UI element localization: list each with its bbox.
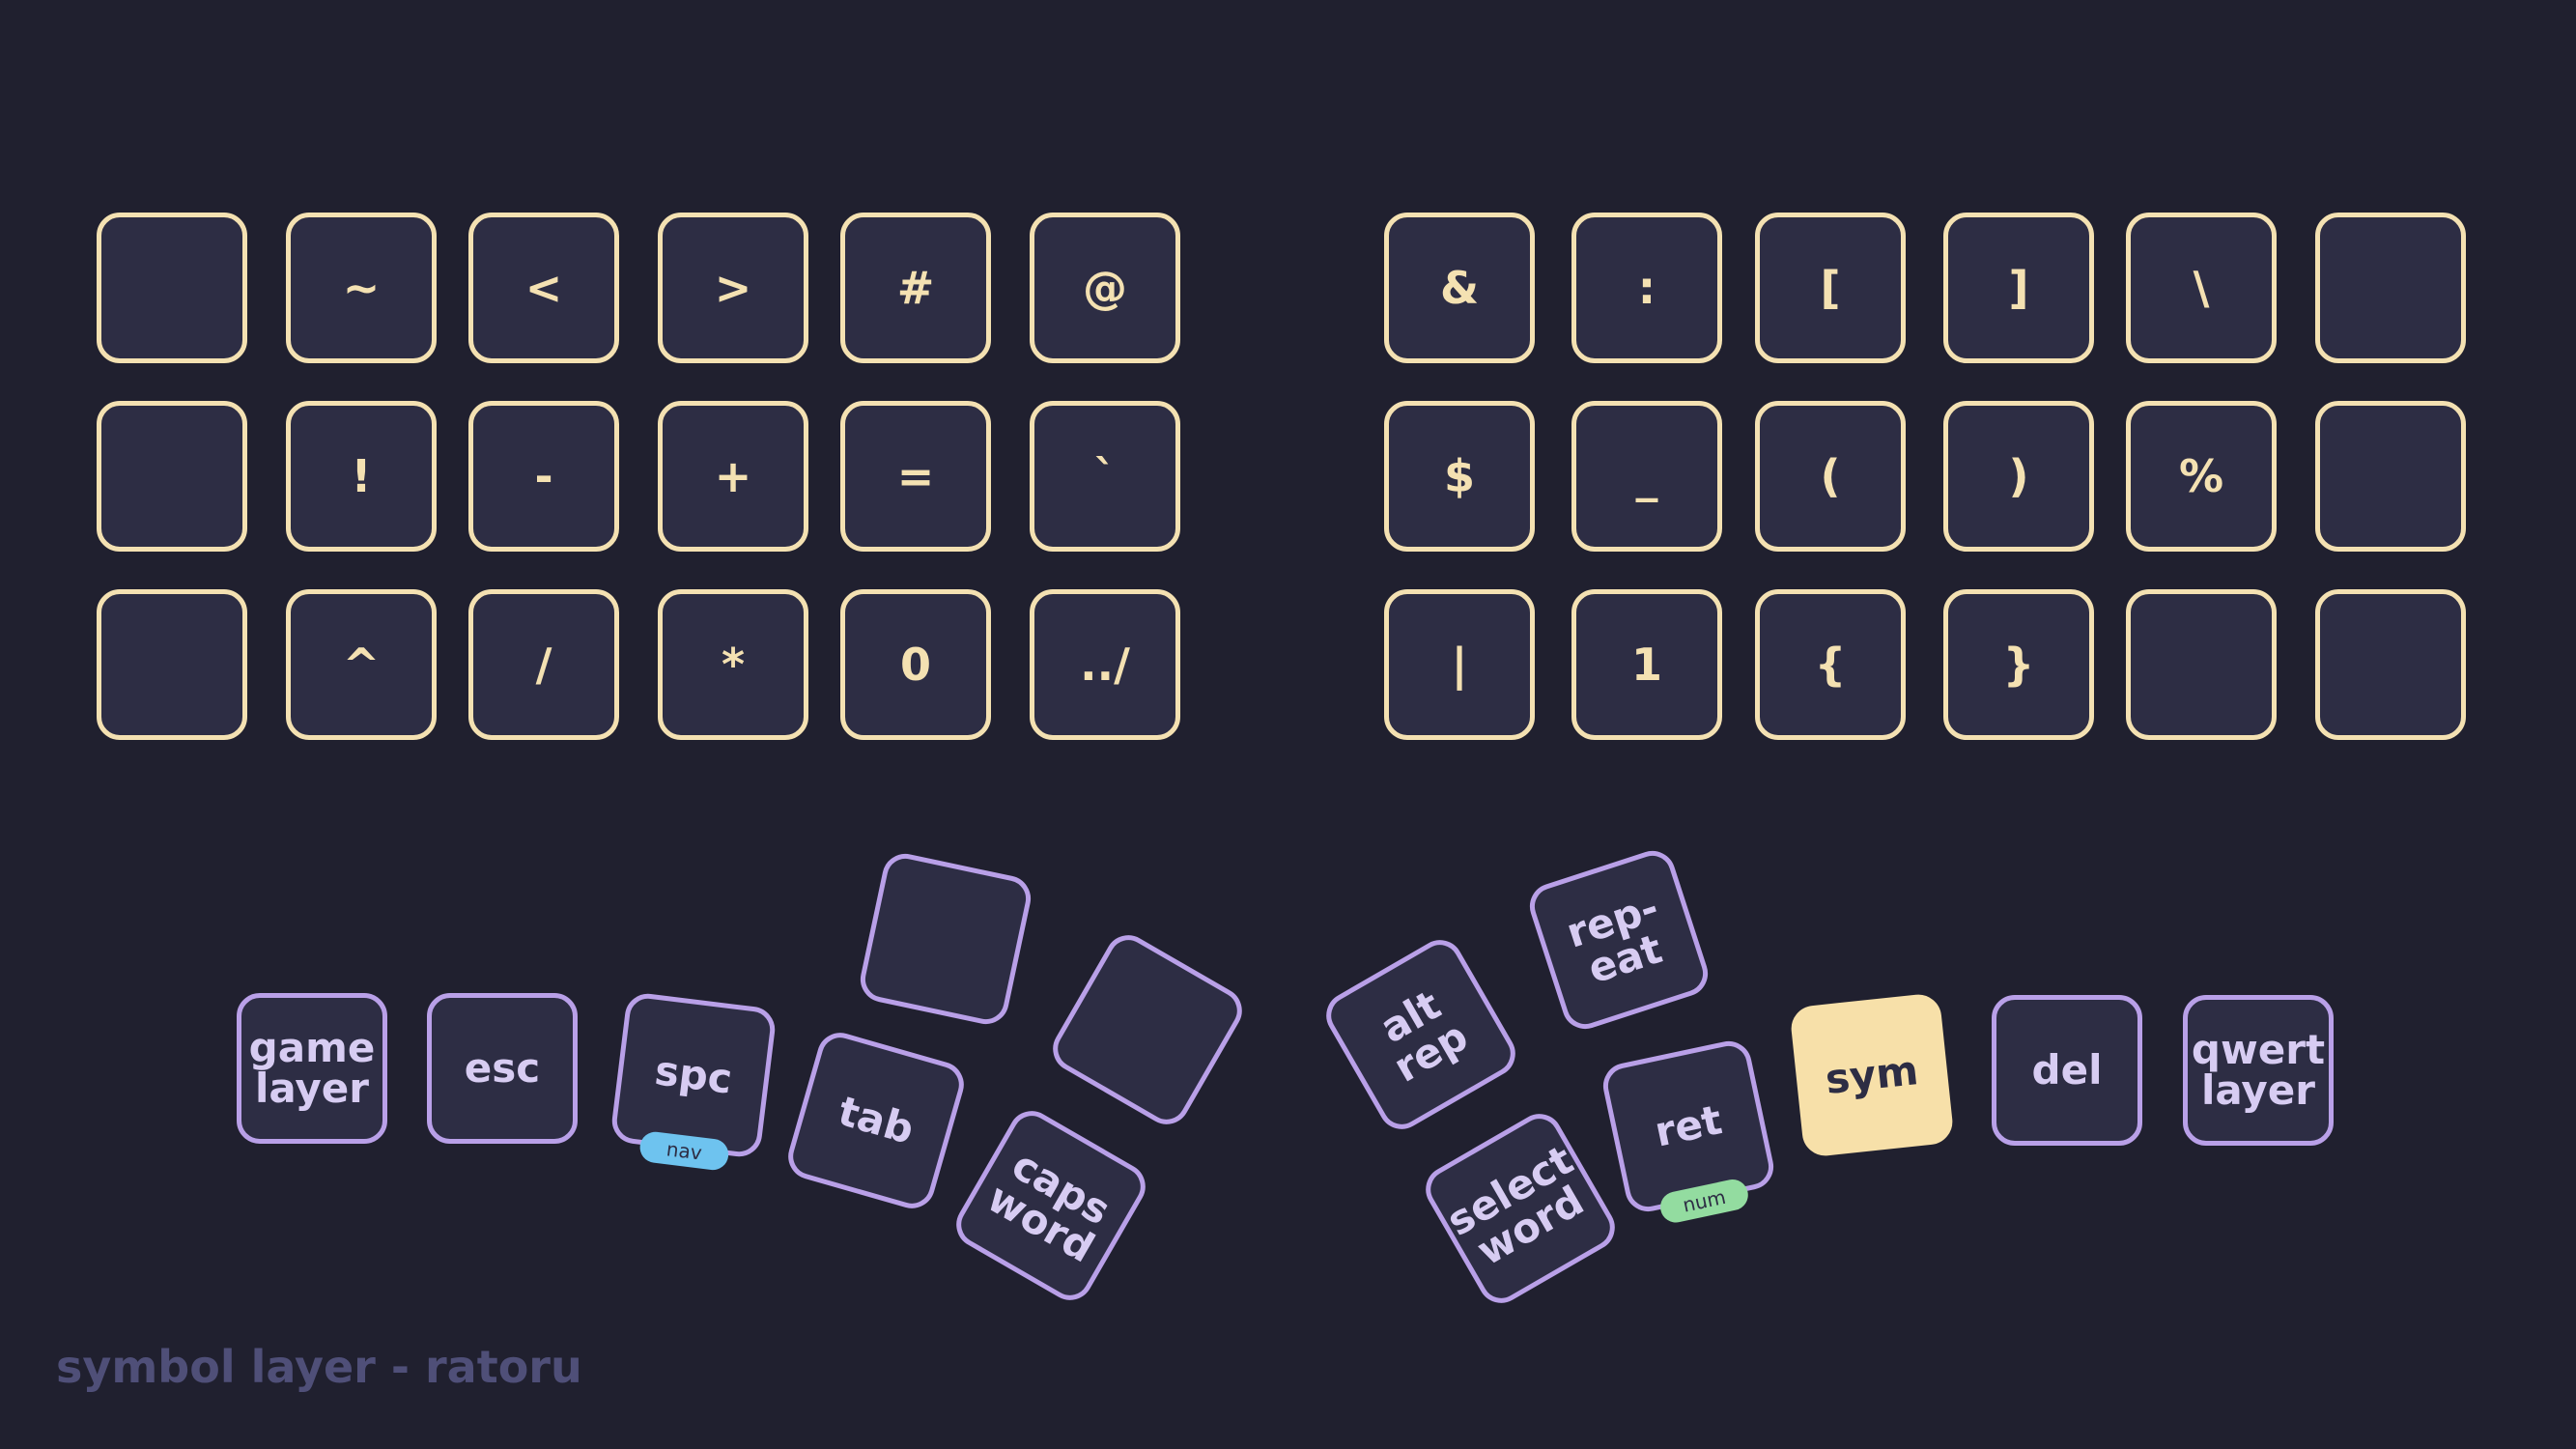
key-label: @ bbox=[1083, 262, 1127, 314]
right-key-r3-c3[interactable]: { bbox=[1755, 589, 1906, 740]
blank-thumb-key-2[interactable] bbox=[1044, 926, 1251, 1133]
caps-word-key[interactable]: caps word bbox=[948, 1102, 1154, 1309]
left-key-r3-c5[interactable]: 0 bbox=[840, 589, 991, 740]
right-key-r2-c6[interactable] bbox=[2315, 401, 2466, 552]
left-key-r3-c3[interactable]: / bbox=[468, 589, 619, 740]
key-label: $ bbox=[1443, 450, 1475, 502]
key-label: + bbox=[714, 450, 752, 502]
right-key-r1-c4[interactable]: ] bbox=[1943, 213, 2094, 363]
alt-rep-key[interactable]: alt rep bbox=[1317, 931, 1524, 1138]
left-key-r1-c6[interactable]: @ bbox=[1030, 213, 1180, 363]
left-key-r2-c5[interactable]: = bbox=[840, 401, 991, 552]
key-label: ret bbox=[1650, 1095, 1726, 1156]
right-key-r2-c4[interactable]: ) bbox=[1943, 401, 2094, 552]
key-label: tab bbox=[833, 1087, 920, 1153]
left-key-r1-c2[interactable]: ~ bbox=[286, 213, 437, 363]
right-key-r3-c2[interactable]: 1 bbox=[1571, 589, 1722, 740]
left-key-r1-c4[interactable]: > bbox=[658, 213, 808, 363]
key-label: < bbox=[524, 262, 563, 314]
key-label: \ bbox=[2193, 262, 2210, 314]
right-key-r2-c3[interactable]: ( bbox=[1755, 401, 1906, 552]
key-label: del bbox=[2031, 1046, 2103, 1094]
key-label: * bbox=[721, 639, 746, 691]
left-key-r1-c3[interactable]: < bbox=[468, 213, 619, 363]
left-key-r2-c4[interactable]: + bbox=[658, 401, 808, 552]
nav-layer-badge: nav bbox=[637, 1129, 730, 1172]
right-key-r2-c2[interactable]: _ bbox=[1571, 401, 1722, 552]
key-label: _ bbox=[1635, 450, 1658, 502]
key-label: ! bbox=[351, 450, 372, 502]
game-layer-key[interactable]: game layer bbox=[237, 993, 387, 1144]
right-key-r1-c6[interactable] bbox=[2315, 213, 2466, 363]
right-key-r3-c1[interactable]: | bbox=[1384, 589, 1535, 740]
key-label: ../ bbox=[1080, 639, 1130, 691]
key-label: - bbox=[534, 450, 553, 502]
key-label: ` bbox=[1093, 450, 1117, 502]
right-key-r1-c1[interactable]: & bbox=[1384, 213, 1535, 363]
right-key-r3-c6[interactable] bbox=[2315, 589, 2466, 740]
key-label: # bbox=[896, 262, 935, 314]
key-label: : bbox=[1637, 262, 1656, 314]
sym-key[interactable]: sym bbox=[1789, 992, 1955, 1158]
key-label: sym bbox=[1823, 1046, 1921, 1103]
esc-key[interactable]: esc bbox=[427, 993, 578, 1144]
left-key-r2-c1[interactable] bbox=[97, 401, 247, 552]
left-key-r3-c4[interactable]: * bbox=[658, 589, 808, 740]
tab-key[interactable]: tab bbox=[782, 1027, 970, 1214]
right-key-r2-c5[interactable]: % bbox=[2126, 401, 2277, 552]
key-label: ~ bbox=[342, 262, 381, 314]
left-key-r3-c6[interactable]: ../ bbox=[1030, 589, 1180, 740]
left-key-r2-c3[interactable]: - bbox=[468, 401, 619, 552]
key-label: / bbox=[535, 639, 552, 691]
right-key-r3-c5[interactable] bbox=[2126, 589, 2277, 740]
left-key-r1-c5[interactable]: # bbox=[840, 213, 991, 363]
left-key-r3-c1[interactable] bbox=[97, 589, 247, 740]
key-label: | bbox=[1451, 639, 1468, 691]
right-key-r3-c4[interactable]: } bbox=[1943, 589, 2094, 740]
key-label: caps word bbox=[979, 1141, 1118, 1272]
ret-key[interactable]: ret num bbox=[1599, 1037, 1778, 1226]
key-label: select word bbox=[1438, 1135, 1592, 1275]
key-label: 1 bbox=[1630, 639, 1662, 691]
key-label: > bbox=[714, 262, 752, 314]
key-label: [ bbox=[1820, 262, 1841, 314]
key-label: ] bbox=[2008, 262, 2029, 314]
left-key-r1-c1[interactable] bbox=[97, 213, 247, 363]
key-label: esc bbox=[464, 1044, 541, 1092]
spc-key[interactable]: spc nav bbox=[609, 991, 778, 1172]
left-key-r2-c6[interactable]: ` bbox=[1030, 401, 1180, 552]
blank-thumb-key-1[interactable] bbox=[856, 849, 1035, 1029]
right-key-r1-c5[interactable]: \ bbox=[2126, 213, 2277, 363]
key-label: ( bbox=[1820, 450, 1841, 502]
key-label: & bbox=[1439, 262, 1480, 314]
key-label: game layer bbox=[248, 1024, 376, 1112]
select-word-key[interactable]: select word bbox=[1417, 1105, 1624, 1312]
key-label: % bbox=[2178, 450, 2224, 502]
qwert-layer-key[interactable]: qwert layer bbox=[2183, 995, 2334, 1146]
del-key[interactable]: del bbox=[1992, 995, 2142, 1146]
key-label: qwert layer bbox=[2191, 1026, 2326, 1114]
right-key-r2-c1[interactable]: $ bbox=[1384, 401, 1535, 552]
key-label: alt rep bbox=[1372, 980, 1476, 1092]
key-label: } bbox=[2002, 639, 2035, 691]
key-label: rep- eat bbox=[1560, 883, 1668, 993]
key-label: = bbox=[896, 450, 935, 502]
key-label: { bbox=[1814, 639, 1847, 691]
right-key-r1-c2[interactable]: : bbox=[1571, 213, 1722, 363]
key-label: ^ bbox=[342, 639, 381, 691]
key-label: 0 bbox=[899, 639, 931, 691]
left-key-r2-c2[interactable]: ! bbox=[286, 401, 437, 552]
layer-caption: symbol layer - ratoru bbox=[56, 1341, 582, 1393]
repeat-key[interactable]: rep- eat bbox=[1523, 844, 1714, 1036]
right-key-r1-c3[interactable]: [ bbox=[1755, 213, 1906, 363]
key-label: spc bbox=[652, 1046, 735, 1103]
left-key-r3-c2[interactable]: ^ bbox=[286, 589, 437, 740]
key-label: ) bbox=[2008, 450, 2029, 502]
num-layer-badge: num bbox=[1657, 1177, 1751, 1226]
